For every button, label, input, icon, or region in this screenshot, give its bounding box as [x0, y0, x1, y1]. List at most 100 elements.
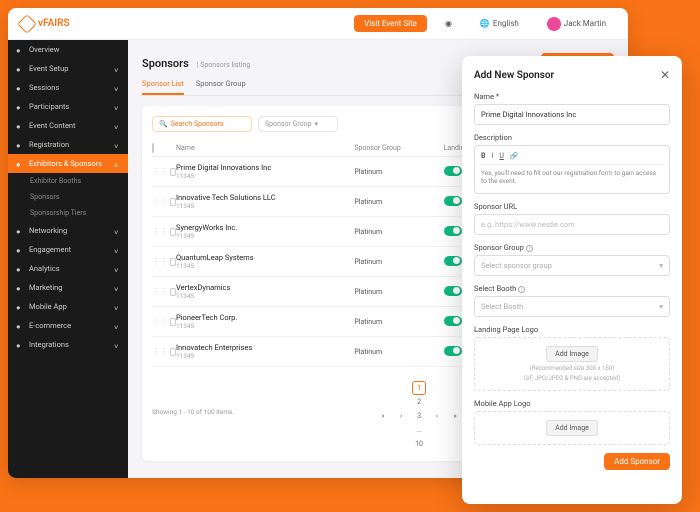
row-name: VertexDynamics: [176, 283, 354, 292]
page-prev[interactable]: ‹: [394, 409, 408, 423]
landing-page-toggle[interactable]: [444, 196, 462, 206]
breadcrumb: | Sponsors listing: [197, 61, 251, 69]
bold-icon[interactable]: B: [481, 152, 485, 160]
drag-icon[interactable]: ⋮⋮: [152, 257, 168, 266]
chevron-icon: ˅: [114, 304, 120, 310]
landing-page-toggle[interactable]: [444, 166, 462, 176]
add-image-button[interactable]: Add Image: [546, 346, 598, 362]
sidebar-item-integrations[interactable]: ●Integrations˅: [8, 335, 128, 354]
sidebar-item-registration[interactable]: ●Registration˅: [8, 135, 128, 154]
sidebar-item-event-setup[interactable]: ●Event Setup˅: [8, 59, 128, 78]
sidebar-item-label: E-commerce: [29, 321, 71, 330]
row-group: Platinum: [354, 288, 443, 296]
cart-icon: ●: [16, 322, 24, 330]
clock-icon: ●: [16, 84, 24, 92]
close-icon[interactable]: ✕: [660, 68, 670, 82]
drag-icon[interactable]: ⋮⋮: [152, 197, 168, 206]
sidebar-item-marketing[interactable]: ●Marketing˅: [8, 278, 128, 297]
notification-icon[interactable]: ◉: [435, 15, 462, 32]
select-all-checkbox[interactable]: [152, 143, 154, 153]
tab-sponsor-group[interactable]: Sponsor Group: [196, 79, 246, 95]
sidebar-item-label: Participants: [29, 102, 69, 111]
row-group: Platinum: [354, 258, 443, 266]
drag-icon[interactable]: ⋮⋮: [152, 347, 168, 356]
sidebar-item-participants[interactable]: ●Participants˅: [8, 97, 128, 116]
page-...: ...: [412, 423, 426, 437]
sidebar-item-sessions[interactable]: ●Sessions˅: [8, 78, 128, 97]
landing-page-toggle[interactable]: [444, 346, 462, 356]
sidebar-item-mobile-app[interactable]: ●Mobile App˅: [8, 297, 128, 316]
sidebar-item-analytics[interactable]: ●Analytics˅: [8, 259, 128, 278]
name-input[interactable]: [474, 104, 670, 125]
search-input[interactable]: 🔍 Search Sponsors: [152, 116, 252, 132]
sidebar-item-label: Sessions: [29, 83, 59, 92]
row-name: PioneerTech Corp.: [176, 313, 354, 322]
row-group: Platinum: [354, 168, 443, 176]
sidebar-item-label: Event Setup: [29, 64, 68, 73]
row-id: 11345: [176, 202, 354, 210]
user-menu[interactable]: Jack Martin: [537, 13, 616, 35]
landing-page-toggle[interactable]: [444, 226, 462, 236]
sidebar-item-label: Marketing: [29, 283, 63, 292]
sidebar-item-engagement[interactable]: ●Engagement˅: [8, 240, 128, 259]
mob-logo-upload[interactable]: Add Image: [474, 411, 670, 445]
page-first[interactable]: «: [376, 409, 390, 423]
link-icon[interactable]: 🔗: [510, 152, 519, 160]
page-next[interactable]: ›: [430, 409, 444, 423]
booth-select[interactable]: Select Booth▾: [474, 296, 670, 317]
topbar: vFAIRS Visit Event Site ◉ 🌐 English Jack…: [8, 8, 628, 40]
chevron-icon: ˅: [114, 66, 120, 72]
drag-icon[interactable]: ⋮⋮: [152, 167, 168, 176]
modal-title: Add New Sponsor: [474, 70, 554, 81]
tab-sponsor-list[interactable]: Sponsor List: [142, 79, 184, 95]
landing-page-toggle[interactable]: [444, 286, 462, 296]
lp-logo-label: Landing Page Logo: [474, 325, 670, 334]
group-select[interactable]: Select sponsor group▾: [474, 255, 670, 276]
sidebar-sub-sponsorship-tiers[interactable]: Sponsorship Tiers: [8, 205, 128, 221]
sidebar-item-e-commerce[interactable]: ●E-commerce˅: [8, 316, 128, 335]
lp-logo-upload[interactable]: Add Image (Recommended size 300 x 150) G…: [474, 337, 670, 391]
add-image-button[interactable]: Add Image: [546, 420, 598, 436]
page-2[interactable]: 2: [412, 395, 426, 409]
booth-label: Select Boothi: [474, 284, 670, 293]
row-name: Innovatech Enterprises: [176, 343, 354, 352]
page-last[interactable]: »: [448, 409, 462, 423]
chevron-icon: ˅: [114, 247, 120, 253]
row-group: Platinum: [354, 198, 443, 206]
sidebar-sub-exhibitor-booths[interactable]: Exhibitor Booths: [8, 173, 128, 189]
sidebar-item-event-content[interactable]: ●Event Content˅: [8, 116, 128, 135]
drag-icon[interactable]: ⋮⋮: [152, 287, 168, 296]
drag-icon[interactable]: ⋮⋮: [152, 227, 168, 236]
row-id: 11345: [176, 292, 354, 300]
sidebar-sub-sponsors[interactable]: Sponsors: [8, 189, 128, 205]
sidebar-item-label: Exhibitors & Sponsors: [29, 159, 102, 168]
row-id: 11345: [176, 262, 354, 270]
heart-icon: ●: [16, 246, 24, 254]
name-label: Name *: [474, 92, 670, 101]
page-1[interactable]: 1: [412, 381, 426, 395]
sidebar-item-label: Mobile App: [29, 302, 67, 311]
megaphone-icon: ●: [16, 284, 24, 292]
logo-icon: [17, 14, 37, 34]
underline-icon[interactable]: U: [499, 152, 504, 160]
italic-icon[interactable]: I: [491, 152, 493, 160]
sidebar-item-overview[interactable]: ●Overview: [8, 40, 128, 59]
language-selector[interactable]: 🌐 English: [470, 15, 529, 32]
page-3[interactable]: 3: [412, 409, 426, 423]
drag-icon[interactable]: ⋮⋮: [152, 317, 168, 326]
sidebar-item-label: Analytics: [29, 264, 60, 273]
info-icon: i: [526, 245, 533, 252]
sidebar-item-label: Integrations: [29, 340, 69, 349]
sidebar-item-networking[interactable]: ●Networking˅: [8, 221, 128, 240]
description-editor[interactable]: B I U 🔗 Yes, you'll need to fill out our…: [474, 145, 670, 194]
sidebar-item-exhibitors-sponsors[interactable]: ●Exhibitors & Sponsors˄: [8, 154, 128, 173]
page-10[interactable]: 10: [412, 437, 426, 451]
description-text[interactable]: Yes, you'll need to fill out our registr…: [479, 165, 665, 189]
row-id: 11345: [176, 352, 354, 360]
url-input[interactable]: [474, 214, 670, 235]
landing-page-toggle[interactable]: [444, 316, 462, 326]
group-filter[interactable]: Sponsor Group ▾: [258, 116, 338, 132]
submit-button[interactable]: Add Sponsor: [604, 453, 670, 470]
visit-event-button[interactable]: Visit Event Site: [354, 15, 427, 32]
landing-page-toggle[interactable]: [444, 256, 462, 266]
